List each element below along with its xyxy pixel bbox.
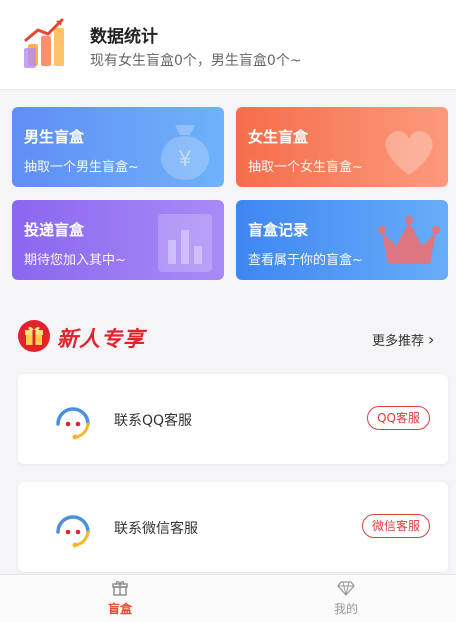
blindbox-records-card[interactable]: 盲盒记录 查看属于你的盲盒~ <box>236 200 448 280</box>
svg-text:¥: ¥ <box>178 146 192 171</box>
qq-service-button[interactable]: QQ客服 <box>367 406 430 430</box>
tab-label: 我的 <box>333 602 358 616</box>
qq-service-label: 联系QQ客服 <box>114 413 193 429</box>
stats-header: 数据统计 现有女生盲盒0个，男生盲盒0个~ <box>0 0 456 90</box>
gift-icon <box>18 320 50 352</box>
money-bag-icon: ¥ <box>161 125 209 180</box>
stats-title: 数据统计 <box>90 27 158 47</box>
card-title: 投递盲盒 <box>24 221 85 239</box>
card-subtitle: 抽取一个女生盲盒~ <box>248 160 363 175</box>
bar-chart-icon <box>24 18 64 68</box>
card-subtitle: 抽取一个男生盲盒~ <box>24 160 139 175</box>
stats-subtitle: 现有女生盲盒0个，男生盲盒0个~ <box>90 53 302 69</box>
female-blindbox-card[interactable]: 女生盲盒 抽取一个女生盲盒~ <box>236 107 448 187</box>
card-subtitle: 查看属于你的盲盒~ <box>248 253 363 268</box>
more-recommend-link[interactable]: 更多推荐 › <box>372 330 434 349</box>
newcomer-title: 新人专享 <box>57 327 145 351</box>
deliver-blindbox-card[interactable]: 投递盲盒 期待您加入其中~ <box>12 200 224 280</box>
qq-service-card: 联系QQ客服 QQ客服 <box>18 374 448 464</box>
card-title: 女生盲盒 <box>248 128 309 146</box>
crown-icon <box>378 216 440 264</box>
headset-icon <box>56 407 90 440</box>
male-blindbox-card[interactable]: 男生盲盒 抽取一个男生盲盒~ ¥ <box>12 107 224 187</box>
wechat-service-button[interactable]: 微信客服 <box>361 514 430 538</box>
bottom-tabbar: 盲盒 我的 <box>0 574 456 622</box>
tab-mine[interactable]: 我的 <box>316 579 376 617</box>
chart-icon <box>158 214 212 272</box>
tab-blindbox[interactable]: 盲盒 <box>90 579 150 617</box>
headset-icon <box>56 515 90 548</box>
heart-icon <box>385 130 433 175</box>
more-label: 更多推荐 <box>372 334 425 349</box>
diamond-icon <box>337 581 355 596</box>
gift-box-icon <box>112 581 128 596</box>
card-title: 盲盒记录 <box>248 221 309 239</box>
wechat-service-label: 联系微信客服 <box>114 521 198 537</box>
wechat-service-card: 联系微信客服 微信客服 <box>18 482 448 572</box>
tab-label: 盲盒 <box>107 602 132 616</box>
chevron-right-icon: › <box>428 330 435 349</box>
card-title: 男生盲盒 <box>24 128 85 146</box>
card-subtitle: 期待您加入其中~ <box>24 253 126 268</box>
